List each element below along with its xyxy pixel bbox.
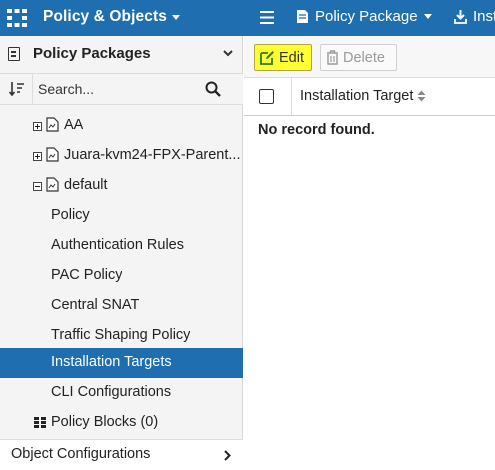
tree-item-authentication-rules[interactable]: Authentication Rules xyxy=(0,231,243,261)
tree-item-label: Authentication Rules xyxy=(51,237,184,253)
tree-item-label: Central SNAT xyxy=(51,297,140,313)
package-icon xyxy=(297,10,308,23)
edit-icon xyxy=(260,51,274,65)
caret-down-icon xyxy=(423,14,432,19)
edit-button[interactable]: Edit xyxy=(254,44,312,71)
hamburger-icon[interactable] xyxy=(260,11,274,24)
search-input[interactable] xyxy=(38,78,203,100)
tree-item-cli-configurations[interactable]: CLI Configurations xyxy=(0,378,243,408)
install-label: Insta xyxy=(473,8,495,25)
caret-down-icon xyxy=(171,14,180,20)
delete-button[interactable]: Delete xyxy=(320,44,397,71)
object-configurations-label: Object Configurations xyxy=(11,446,151,462)
column-divider xyxy=(291,78,292,116)
tree-item-label: AA xyxy=(64,117,84,133)
chevron-right-icon xyxy=(224,450,231,461)
expand-plus-icon[interactable] xyxy=(33,122,42,131)
install-menu[interactable]: Insta xyxy=(454,8,495,25)
top-navigation-bar: Policy & Objects Policy Package Insta xyxy=(0,0,495,36)
tree-item-label: Juara-kvm24-FPX-Parent... xyxy=(64,147,241,163)
package-list-icon xyxy=(8,47,20,61)
sort-icon xyxy=(9,82,24,97)
install-icon xyxy=(454,9,467,24)
sort-button[interactable] xyxy=(0,74,33,104)
table-header: Installation Target xyxy=(244,78,495,116)
delete-label: Delete xyxy=(343,49,385,66)
tree-item-policy[interactable]: Policy xyxy=(0,201,243,231)
app-title-dropdown[interactable]: Policy & Objects xyxy=(43,8,180,26)
tree-item-label: Traffic Shaping Policy xyxy=(51,327,191,343)
tree-item-label: CLI Configurations xyxy=(51,384,172,400)
policy-blocks-icon xyxy=(34,417,46,428)
search-icon[interactable] xyxy=(205,81,221,97)
tree-item-label: Policy xyxy=(51,207,90,223)
installation-targets-content: Edit Delete Installation Target No recor… xyxy=(244,36,495,470)
package-document-icon xyxy=(46,147,59,162)
select-all-checkbox[interactable] xyxy=(259,89,274,104)
chevron-down-icon[interactable] xyxy=(222,47,234,59)
app-title: Policy & Objects xyxy=(43,8,167,25)
grid-icon[interactable] xyxy=(7,9,27,27)
tree-item-central-snat[interactable]: Central SNAT xyxy=(0,291,243,321)
empty-table-message: No record found. xyxy=(258,122,375,138)
trash-icon xyxy=(327,50,338,65)
tree-item-label: PAC Policy xyxy=(51,267,123,283)
search-row xyxy=(0,73,243,105)
tree-item-installation-targets[interactable]: Installation Targets xyxy=(0,348,243,378)
sort-arrows-icon[interactable] xyxy=(417,90,426,102)
tree-item-policy-blocks[interactable]: Policy Blocks (0) xyxy=(0,408,243,438)
edit-label: Edit xyxy=(279,49,304,66)
column-header-installation-target[interactable]: Installation Target xyxy=(300,88,426,104)
object-configurations-nav[interactable]: Object Configurations xyxy=(0,439,243,470)
column-header-label: Installation Target xyxy=(300,88,414,104)
policy-package-menu[interactable]: Policy Package xyxy=(296,8,432,25)
tree-item-label: Policy Blocks (0) xyxy=(51,414,159,430)
policy-packages-panel: Policy Packages AA Juar xyxy=(0,36,243,470)
tree-item-default[interactable]: default xyxy=(0,171,243,201)
tree-item-traffic-shaping-policy[interactable]: Traffic Shaping Policy xyxy=(0,321,243,351)
tree-item-pac-policy[interactable]: PAC Policy xyxy=(0,261,243,291)
panel-header[interactable]: Policy Packages xyxy=(0,36,243,72)
expand-plus-icon[interactable] xyxy=(33,152,42,161)
policy-package-label: Policy Package xyxy=(315,8,418,25)
toolbar: Edit Delete xyxy=(244,36,495,78)
tree-item-label: default xyxy=(64,177,108,193)
tree-item-label: Installation Targets xyxy=(51,354,172,370)
package-document-icon xyxy=(46,117,59,132)
collapse-minus-icon[interactable] xyxy=(33,182,42,191)
tree-item-aa[interactable]: AA xyxy=(0,111,243,141)
package-document-icon xyxy=(46,177,59,192)
panel-title: Policy Packages xyxy=(33,45,151,62)
tree-item-juara[interactable]: Juara-kvm24-FPX-Parent... xyxy=(0,141,243,171)
